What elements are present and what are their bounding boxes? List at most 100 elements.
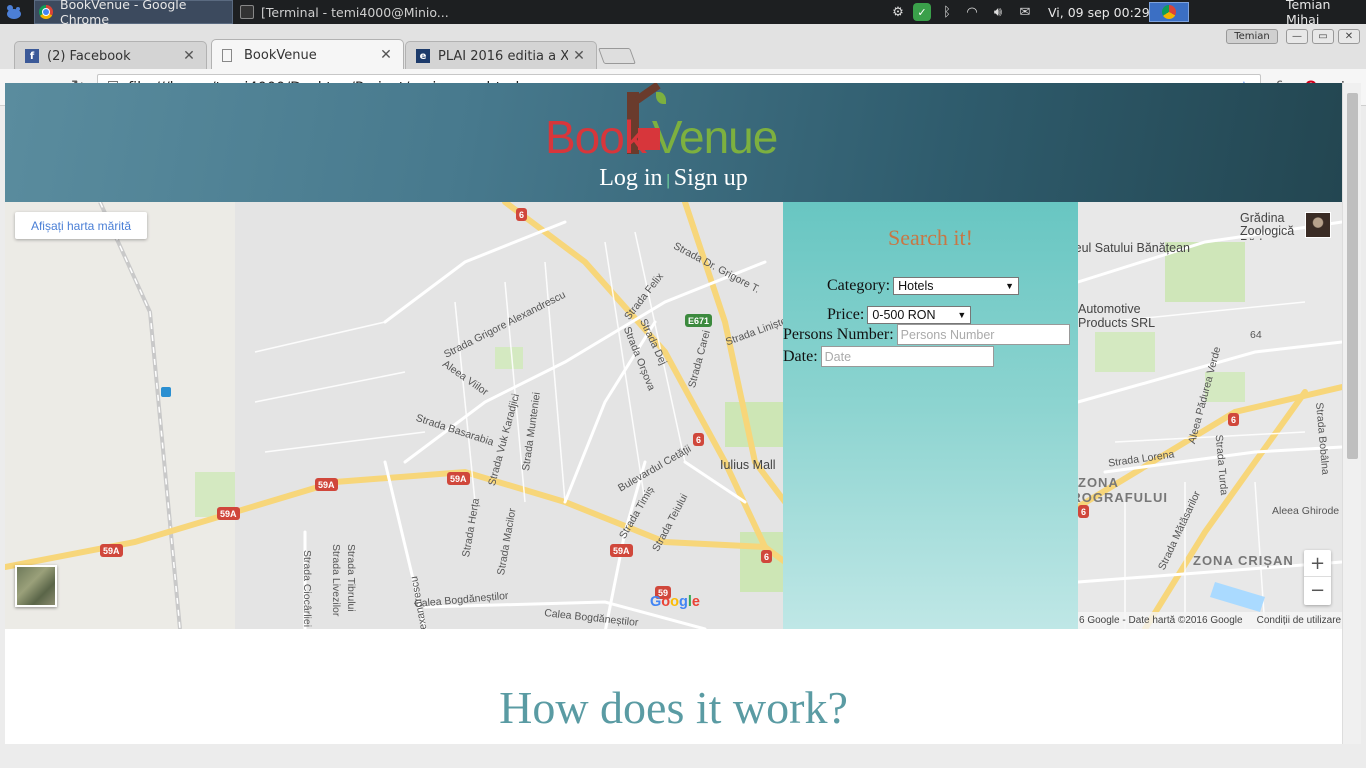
os-taskbar: BookVenue - Google Chrome [Terminal - te… [0,0,1366,27]
road-shield: 6 [1228,413,1240,426]
taskbar-window-terminal[interactable]: [Terminal - temi4000@Minio... [236,0,476,24]
price-select[interactable]: 0-500 RON ▼ [867,306,972,324]
terminal-icon [240,5,254,19]
taskbar-window-label: [Terminal - temi4000@Minio... [261,4,449,20]
map-terms-link[interactable]: Condiții de utilizare [1257,615,1342,626]
search-title: Search it! [888,225,973,250]
date-input[interactable]: Date [820,346,994,367]
price-value: 0-500 RON [872,308,936,322]
bluetooth-icon[interactable]: ᛒ [938,3,956,21]
tab-facebook[interactable]: f (2) Facebook ✕ [14,41,207,70]
category-label: Category: [827,277,891,294]
road-shield: 6 [761,550,773,563]
close-window-icon[interactable]: ✕ [1338,29,1360,44]
clock[interactable]: Vi, 09 sep 00:29 [1048,0,1150,24]
new-tab-button[interactable] [598,48,636,64]
road-number: 64 [1250,329,1262,341]
price-row: Price: 0-500 RON ▼ [827,306,972,324]
tab-plai[interactable]: e PLAI 2016 editia a XI-a (... ✕ [405,41,597,70]
minimize-icon[interactable]: — [1286,29,1308,44]
map-label-zone: ZONA CRIȘAN [1193,553,1294,568]
plai-icon: e [416,49,430,63]
volume-icon[interactable]: 🔊︎ [989,3,1007,21]
map-zoom-control: + − [1304,550,1331,605]
dropdown-arrow-icon: ▼ [957,310,967,320]
tab-title: PLAI 2016 editia a XI-a (... [438,48,568,64]
category-row: Category: Hotels ▼ [827,277,1020,295]
map-footer: 6 Google - Date hartă ©2016 Google Condi… [1077,612,1342,629]
map-label-zoo: Grădina Zoologică Pădurea Verde [1240,212,1295,240]
map-label-iulius-mall: Iulius Mall [720,458,776,472]
page-icon [222,48,232,62]
start-menu-button[interactable] [2,0,26,24]
persons-label: Persons Number: [783,325,894,343]
date-row: Date: Date [783,346,994,367]
auth-links: Log in | Sign up [5,165,1342,192]
close-icon[interactable]: ✕ [379,47,393,63]
logo-book: Book [545,111,647,163]
persons-input[interactable]: Persons Number [896,324,1070,345]
road-shield: 6 [693,433,705,446]
dropdown-arrow-icon: ▼ [1005,281,1015,291]
map-label-automotive: Automotive Products SRL [1078,302,1156,330]
road-shield: 6 [516,208,528,221]
map-satellite-toggle[interactable] [15,565,57,607]
taskbar-window-chrome[interactable]: BookVenue - Google Chrome [34,0,233,27]
google-logo: Google [650,594,700,610]
map-label: Aleea Ghirode [1272,505,1340,517]
map-attribution: 6 Google - Date hartă ©2016 Google [1079,615,1243,626]
map-label: Strada Ciocârliei [301,550,313,628]
facebook-icon: f [25,49,39,63]
logo-text: Book Venue [545,110,778,164]
streetview-avatar-icon[interactable] [1305,212,1331,238]
scrollbar-thumb[interactable] [1347,93,1358,459]
road-shield: E671 [685,314,713,327]
category-value: Hotels [898,279,934,293]
tab-bookvenue[interactable]: BookVenue ✕ [211,39,404,70]
user-name[interactable]: Temian Mihai [1286,0,1366,27]
logo-venue: Venue [651,111,778,163]
logo-leaf-icon [656,92,666,104]
price-label: Price: [827,306,865,323]
google-map[interactable]: Strada Dr. Grigore T. Strada Grigore Ale… [5,202,1342,629]
map-roads [5,202,1342,629]
maximize-icon[interactable]: ▭ [1312,29,1334,44]
wifi-icon[interactable]: ◠ [963,3,981,21]
update-icon[interactable]: ✓ [913,3,931,21]
map-label-muzeul: Muzeul Satului Bănățean [1078,241,1190,255]
chrome-notification-icon[interactable] [1149,2,1189,22]
map-label: Strada Livezilor [330,544,342,617]
tab-title: BookVenue [244,47,317,63]
road-shield: 59A [447,472,470,485]
map-label: Strada Tibrului [345,544,357,612]
close-icon[interactable]: ✕ [182,48,196,64]
map-label-zone: ZONA AEROGRAFULUI [1078,475,1168,505]
signup-link[interactable]: Sign up [674,165,748,191]
login-link[interactable]: Log in [599,165,662,191]
road-shield: 6 [1078,505,1090,518]
zoom-out-icon[interactable]: − [1304,577,1331,604]
page-scrollbar[interactable] [1342,83,1361,744]
mail-icon[interactable]: ✉ [1016,3,1034,21]
chrome-icon [39,5,53,19]
logo-house-icon [638,128,660,150]
persons-row: Persons Number: Persons Number [783,324,1070,345]
map-enlarge-button[interactable]: Afișați harta mărită [15,212,147,239]
tab-strip: f (2) Facebook ✕ BookVenue ✕ e PLAI 2016… [0,24,1366,70]
auth-separator: | [666,172,670,189]
road-shield: 59A [610,544,633,557]
search-panel: Search it! Category: Hotels ▼ Price: 0-50… [783,202,1078,629]
profile-button[interactable]: Temian [1226,29,1278,44]
how-it-works-heading: How does it work? [499,682,848,733]
category-select[interactable]: Hotels ▼ [893,277,1020,295]
close-icon[interactable]: ✕ [572,48,586,64]
tab-title: (2) Facebook [47,48,131,64]
date-label: Date: [783,347,818,365]
xfce-mouse-icon [7,5,21,19]
steam-icon[interactable]: ⚙ [889,3,907,21]
bus-station-icon[interactable] [161,387,171,397]
bookvenue-logo[interactable]: Book Venue [545,83,790,163]
road-shield: 59A [315,478,338,491]
zoom-in-icon[interactable]: + [1304,550,1331,577]
road-shield: 59A [217,507,240,520]
